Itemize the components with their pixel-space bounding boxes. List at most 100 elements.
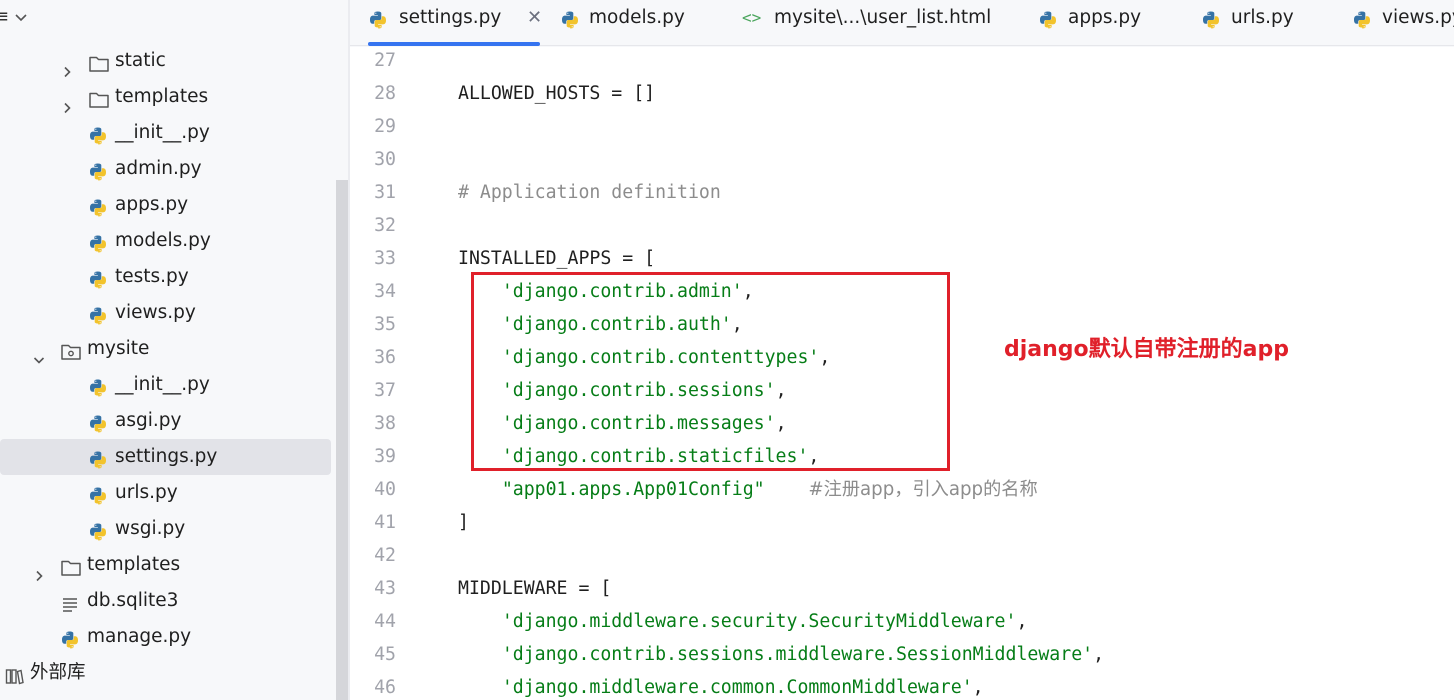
tab-urls-py[interactable]: urls.py (1201, 0, 1301, 46)
line-number: 32 (374, 215, 396, 236)
tree-item[interactable]: settings.py (0, 439, 331, 475)
tree-item[interactable]: mysite (0, 331, 331, 367)
code-editor[interactable]: 27 28 ALLOWED_HOSTS = [] 29 30 31 # Applicatio… (350, 47, 1454, 700)
close-icon[interactable]: ✕ (527, 0, 542, 36)
code-text: 'django.contrib.contenttypes', (501, 347, 831, 368)
code-line: 37 'django.contrib.sessions', (350, 374, 1454, 407)
line-number: 44 (374, 611, 396, 632)
tree-item-label: apps.py (115, 194, 189, 215)
tree-item[interactable]: views.py (0, 295, 331, 331)
code-line: 27 (350, 47, 1454, 77)
code-line: 40 "app01.apps.App01Config" #注册app，引入app… (350, 473, 1454, 506)
tree-item-label: mysite (87, 338, 150, 359)
tree-item-label: 外部库 (30, 662, 86, 683)
tab-views-py[interactable]: views.py (1352, 0, 1454, 46)
line-number: 40 (374, 479, 396, 500)
code-line: 43 MIDDLEWARE = [ (350, 572, 1454, 605)
tree-item[interactable]: models.py (0, 223, 331, 259)
python-icon (88, 195, 108, 217)
chevron-right-icon[interactable] (61, 55, 73, 78)
chevron-down-icon[interactable] (33, 343, 45, 364)
tree-item[interactable]: __init__.py (0, 115, 331, 151)
tree-item-label: asgi.py (115, 410, 182, 431)
line-number: 39 (374, 446, 396, 467)
code-line: 38 'django.contrib.messages', (350, 407, 1454, 440)
line-number: 38 (374, 413, 396, 434)
code-line: 34 'django.contrib.admin', (350, 275, 1454, 308)
chevron-right-icon[interactable] (33, 559, 45, 582)
line-number: 37 (374, 380, 396, 401)
tab-user-list-html[interactable]: <> mysite\...\user_list.html (742, 0, 991, 46)
tab-label: settings.py (399, 7, 502, 28)
tree-item[interactable]: db.sqlite3 (0, 583, 331, 619)
folder-icon (88, 87, 109, 108)
tree-item[interactable]: 外部库 (0, 655, 331, 691)
tree-item[interactable]: manage.py (0, 619, 331, 655)
tab-apps-py[interactable]: apps.py (1038, 0, 1148, 46)
html-icon: <> (742, 8, 762, 27)
code-line: 31 # Application definition (350, 176, 1454, 209)
folder-icon (88, 51, 109, 72)
code-text: # Application definition (458, 182, 721, 203)
code-line: 46 'django.middleware.common.CommonMiddl… (350, 671, 1454, 700)
line-number: 29 (374, 116, 396, 137)
line-number: 33 (374, 248, 396, 269)
tree-item[interactable]: templates (0, 79, 331, 115)
tree-item-label: wsgi.py (115, 518, 186, 539)
tree-item[interactable]: static (0, 43, 331, 79)
code-line: 42 (350, 539, 1454, 572)
tree-item-label: db.sqlite3 (87, 590, 179, 611)
code-line: 32 (350, 209, 1454, 242)
code-text: 'django.contrib.sessions', (501, 380, 787, 401)
python-icon (88, 159, 108, 181)
tree-item-label: tests.py (115, 266, 189, 287)
tree-item-label: templates (115, 86, 209, 107)
python-icon (1201, 7, 1221, 29)
chevron-down-icon[interactable] (14, 11, 28, 25)
sidebar-header: ≡ (0, 0, 350, 36)
tree-item[interactable]: apps.py (0, 187, 331, 223)
tab-models-py[interactable]: models.py (560, 0, 690, 46)
tree-item-label: templates (87, 554, 181, 575)
tree-item[interactable]: asgi.py (0, 403, 331, 439)
python-icon (1038, 7, 1058, 29)
tree-item-label: urls.py (115, 482, 178, 503)
folder-icon (60, 555, 81, 576)
tree-item[interactable]: urls.py (0, 475, 331, 511)
code-text: 'django.contrib.staticfiles', (501, 446, 820, 467)
tree-item-label: models.py (115, 230, 211, 251)
code-text: 'django.contrib.messages', (501, 413, 787, 434)
chevron-right-icon[interactable] (61, 91, 73, 114)
code-line: 28 ALLOWED_HOSTS = [] (350, 77, 1454, 110)
tab-label: models.py (589, 7, 685, 28)
python-icon (368, 7, 388, 29)
annotation-label: django默认自带注册的app (1004, 337, 1290, 362)
python-icon (88, 411, 108, 433)
code-line: 33 INSTALLED_APPS = [ (350, 242, 1454, 275)
project-menu-icon[interactable]: ≡ (0, 6, 9, 27)
active-tab-indicator (368, 42, 540, 46)
library-icon (4, 663, 24, 685)
code-text: 'django.middleware.common.CommonMiddlewa… (501, 677, 984, 698)
tree-item[interactable]: wsgi.py (0, 511, 331, 547)
line-number: 27 (374, 50, 396, 71)
tree-item[interactable]: admin.py (0, 151, 331, 187)
code-line: 30 (350, 143, 1454, 176)
python-icon (88, 267, 108, 289)
code-text: ALLOWED_HOSTS = [] (458, 83, 656, 104)
python-icon (88, 123, 108, 145)
tree-item[interactable]: __init__.py (0, 367, 331, 403)
package-folder-icon (60, 339, 81, 360)
sidebar-scrollbar[interactable] (336, 180, 348, 700)
code-text: 'django.contrib.auth', (501, 314, 743, 335)
code-text: ] (458, 512, 469, 533)
tab-settings-py[interactable]: settings.py ✕ (368, 0, 542, 46)
python-icon (88, 447, 108, 469)
tree-item[interactable]: tests.py (0, 259, 331, 295)
python-icon (88, 231, 108, 253)
python-icon (1352, 7, 1372, 29)
line-number: 30 (374, 149, 396, 170)
code-line: 44 'django.middleware.security.SecurityM… (350, 605, 1454, 638)
line-number: 45 (374, 644, 396, 665)
tree-item[interactable]: templates (0, 547, 331, 583)
